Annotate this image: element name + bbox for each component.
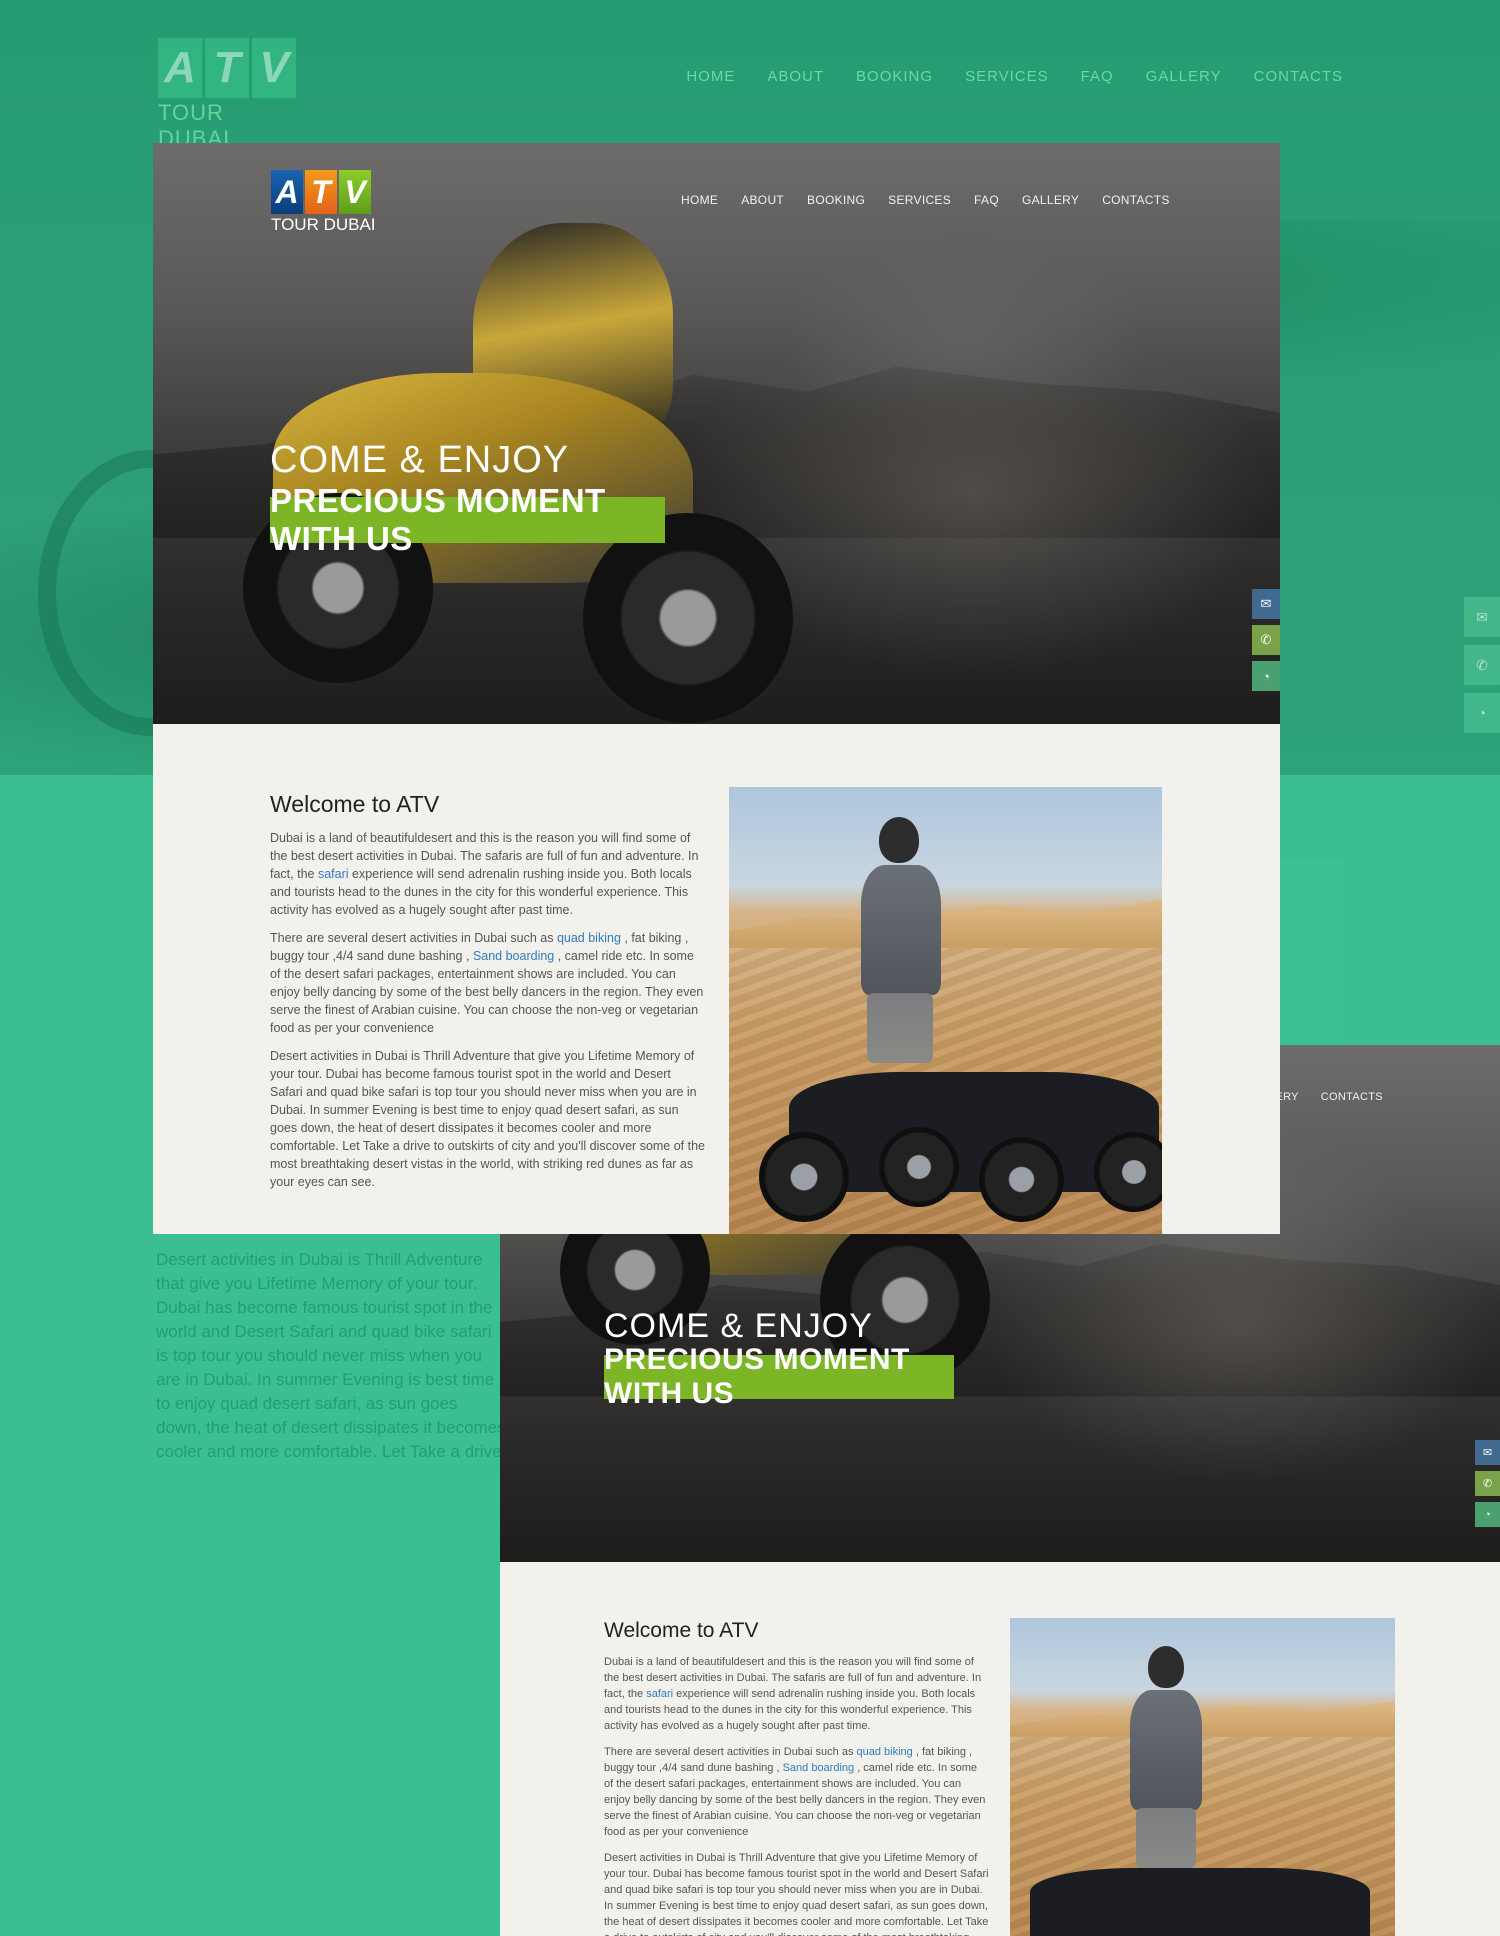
preview-card-main: A T V TOUR DUBAI HOME ABOUT BOOKING SERV… — [153, 143, 1280, 1234]
nav-booking[interactable]: BOOKING — [807, 193, 865, 207]
hero-badge: PRECIOUS MOMENT WITH US — [270, 482, 665, 557]
ghost-nav-faq: FAQ — [1080, 68, 1114, 85]
background-faded-panel — [1280, 860, 1344, 1045]
ghost-nav-gallery: GALLERY — [1145, 68, 1222, 85]
logo-letter-v: V — [339, 170, 371, 214]
ghost-side-buttons: ✉ ✆ ◔ — [1464, 597, 1500, 741]
ghost-paragraph: Desert activities in Dubai is Thrill Adv… — [156, 1250, 506, 1468]
whatsapp-icon[interactable]: ◔ — [1252, 661, 1280, 691]
nav-gallery[interactable]: GALLERY — [1022, 193, 1079, 207]
ghost-whatsapp-icon: ◔ — [1464, 693, 1500, 733]
quad-biking-link[interactable]: quad biking — [857, 1746, 913, 1758]
welcome-paragraph-3: Desert activities in Dubai is Thrill Adv… — [604, 1852, 989, 1936]
contact-side-buttons: ✉ ✆ ◔ — [1252, 589, 1280, 697]
logo-letter-a: A — [271, 170, 303, 214]
welcome-paragraph-2: There are several desert activities in D… — [270, 929, 707, 1037]
welcome-paragraph-1: Dubai is a land of beautifuldesert and t… — [270, 829, 707, 919]
ghost-nav: HOME ABOUT BOOKING SERVICES FAQ GALLERY … — [686, 68, 1343, 85]
contact-side-buttons: ✉ ✆ ◔ — [1475, 1440, 1500, 1533]
nav-contacts[interactable]: CONTACTS — [1102, 193, 1170, 207]
ghost-logo-letter: T — [205, 38, 249, 98]
nav-contacts[interactable]: CONTACTS — [1321, 1091, 1383, 1103]
welcome-paragraph-2: There are several desert activities in D… — [604, 1744, 989, 1840]
site-logo[interactable]: A T V TOUR DUBAI — [271, 170, 376, 235]
welcome-title: Welcome to ATV — [604, 1619, 759, 1642]
ghost-nav-home: HOME — [686, 68, 736, 85]
text-span: There are several desert activities in D… — [604, 1746, 857, 1758]
ghost-nav-booking: BOOKING — [856, 68, 934, 85]
welcome-paragraph-3: Desert activities in Dubai is Thrill Adv… — [270, 1049, 706, 1189]
nav-faq[interactable]: FAQ — [974, 193, 999, 207]
nav-about[interactable]: ABOUT — [741, 193, 784, 207]
desert-photo — [729, 787, 1162, 1234]
welcome-paragraph-1: Dubai is a land of beautifuldesert and t… — [604, 1654, 989, 1734]
envelope-icon[interactable]: ✉ — [1252, 589, 1280, 619]
hero-title: COME & ENJOY — [270, 439, 570, 481]
text-span: There are several desert activities in D… — [270, 931, 557, 945]
phone-icon[interactable]: ✆ — [1252, 625, 1280, 655]
hero-section: A T V TOUR DUBAI HOME ABOUT BOOKING SERV… — [153, 143, 1280, 724]
quad-biking-link[interactable]: quad biking — [557, 931, 621, 945]
ghost-phone-icon: ✆ — [1464, 645, 1500, 685]
ghost-nav-about: ABOUT — [767, 68, 825, 85]
sand-boarding-link[interactable]: Sand boarding — [783, 1762, 855, 1774]
welcome-text: Dubai is a land of beautifuldesert and t… — [270, 829, 707, 1201]
ghost-envelope-icon: ✉ — [1464, 597, 1500, 637]
logo-letter-t: T — [305, 170, 337, 214]
main-nav: HOME ABOUT BOOKING SERVICES FAQ GALLERY … — [681, 193, 1170, 207]
ghost-logo-letter: V — [252, 38, 296, 98]
logo-wordmark: TOUR DUBAI — [271, 215, 376, 234]
hero-badge: PRECIOUS MOMENT WITH US — [604, 1343, 954, 1410]
nav-home[interactable]: HOME — [681, 193, 718, 207]
safari-link[interactable]: safari — [318, 867, 349, 881]
ghost-logo-letter: A — [158, 38, 202, 98]
whatsapp-icon[interactable]: ◔ — [1475, 1502, 1500, 1527]
ghost-logo: A T V TOUR DUBAI — [158, 38, 296, 152]
phone-icon[interactable]: ✆ — [1475, 1471, 1500, 1496]
hero-title: COME & ENJOY — [604, 1307, 873, 1345]
envelope-icon[interactable]: ✉ — [1475, 1440, 1500, 1465]
nav-services[interactable]: SERVICES — [888, 193, 951, 207]
safari-link[interactable]: safari — [646, 1688, 673, 1700]
welcome-title: Welcome to ATV — [270, 791, 440, 817]
sand-boarding-link[interactable]: Sand boarding — [473, 949, 554, 963]
welcome-text: Dubai is a land of beautifuldesert and t… — [604, 1654, 989, 1936]
ghost-nav-contacts: CONTACTS — [1253, 68, 1343, 85]
ghost-nav-services: SERVICES — [965, 68, 1049, 85]
desert-photo — [1010, 1618, 1395, 1936]
